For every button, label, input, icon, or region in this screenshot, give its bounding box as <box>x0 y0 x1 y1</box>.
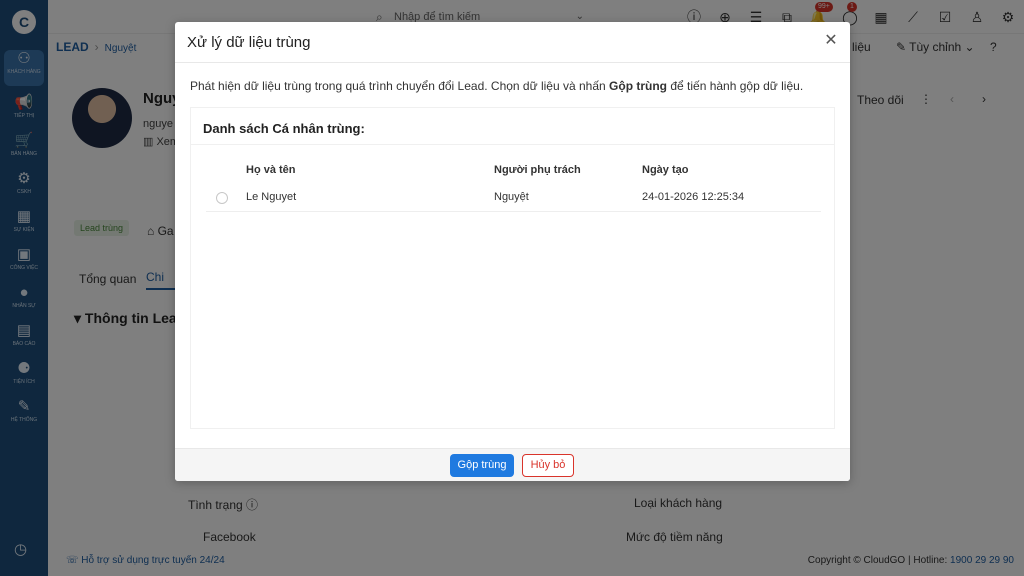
column-header-owner: Người phụ trách <box>494 164 581 176</box>
close-icon[interactable]: ✕ <box>822 32 840 50</box>
divider <box>191 144 834 145</box>
duplicate-dialog: Xử lý dữ liệu trùng ✕ Phát hiện dữ liệu … <box>175 22 850 481</box>
cancel-button[interactable]: Hủy bỏ <box>522 454 574 477</box>
table-row-divider <box>206 211 821 212</box>
cell-created: 24-01-2026 12:25:34 <box>642 191 745 203</box>
panel-title: Danh sách Cá nhân trùng: <box>203 121 365 136</box>
description-emphasis: Gộp trùng <box>609 79 668 93</box>
merge-button[interactable]: Gộp trùng <box>450 454 514 477</box>
dialog-description: Phát hiện dữ liệu trùng trong quá trình … <box>190 79 803 93</box>
cell-owner: Nguyệt <box>494 191 529 203</box>
column-header-name: Họ và tên <box>246 164 296 176</box>
row-select-radio[interactable] <box>216 192 228 204</box>
dialog-title: Xử lý dữ liệu trùng <box>187 34 311 51</box>
description-text: Phát hiện dữ liệu trùng trong quá trình … <box>190 79 610 93</box>
duplicate-list-panel: Danh sách Cá nhân trùng: Họ và tên Người… <box>190 107 835 429</box>
cell-name: Le Nguyet <box>246 191 297 203</box>
description-text-end: để tiến hành gộp dữ liệu. <box>667 79 804 93</box>
column-header-created: Ngày tạo <box>642 164 689 176</box>
dialog-header: Xử lý dữ liệu trùng ✕ <box>175 22 850 63</box>
dialog-footer: Gộp trùng Hủy bỏ <box>175 448 850 481</box>
